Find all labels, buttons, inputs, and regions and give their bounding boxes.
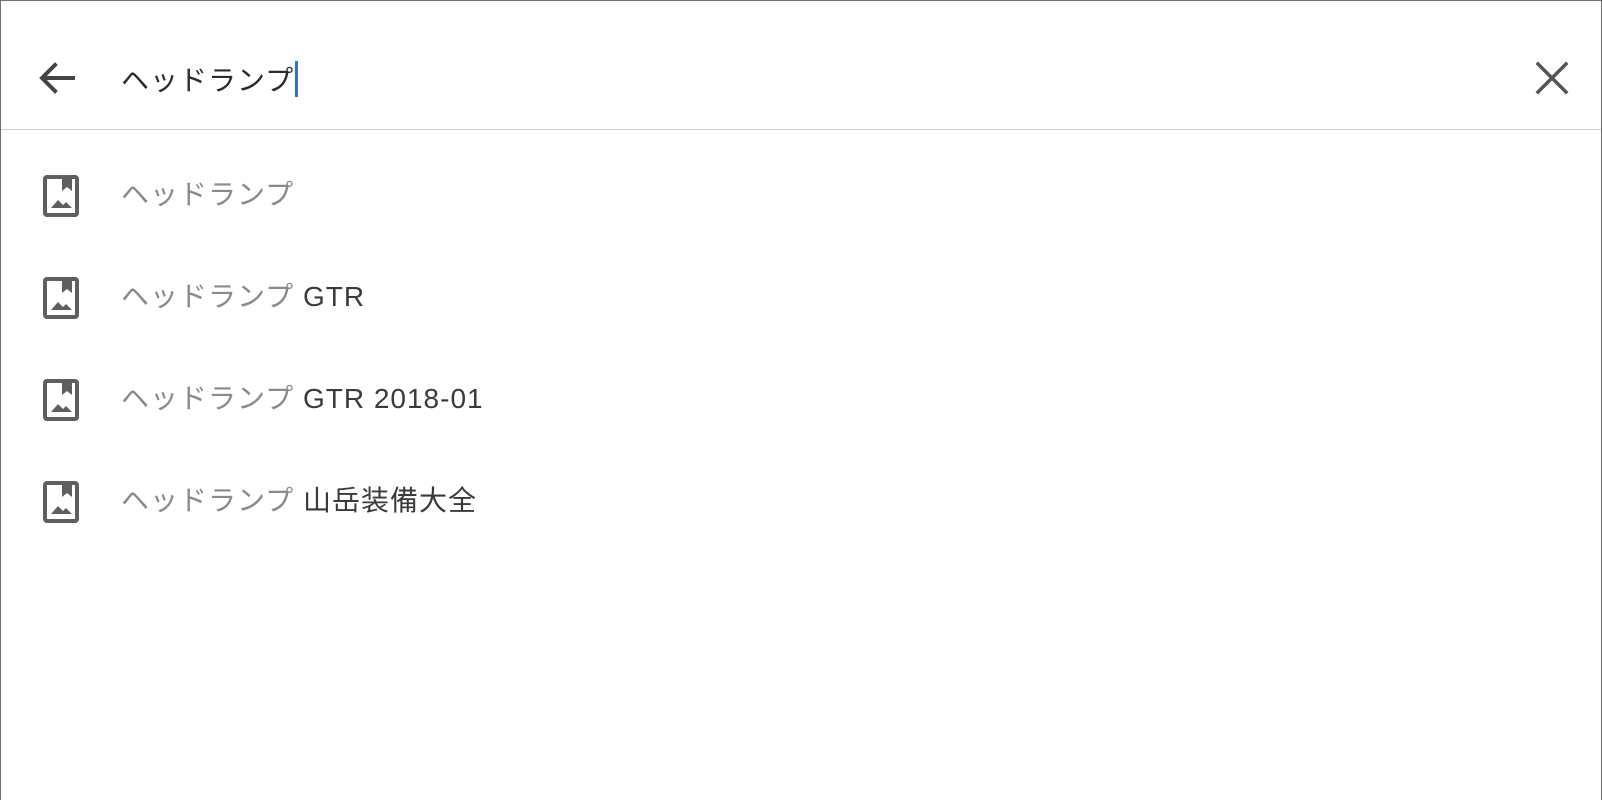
back-button[interactable] bbox=[35, 56, 79, 100]
suggestion-text: ヘッドランプ bbox=[121, 177, 294, 213]
suggestion-item[interactable]: ヘッドランプ GTR bbox=[1, 247, 1601, 349]
suggestion-suffix: 山岳装備大全 bbox=[294, 485, 477, 516]
suggestion-item[interactable]: ヘッドランプ 山岳装備大全 bbox=[1, 451, 1601, 553]
photo-bookmark-icon bbox=[43, 481, 79, 523]
close-icon bbox=[1535, 61, 1569, 95]
suggestion-text: ヘッドランプ 山岳装備大全 bbox=[121, 483, 477, 519]
suggestion-prefix: ヘッドランプ bbox=[121, 281, 295, 312]
suggestion-prefix: ヘッドランプ bbox=[121, 179, 295, 210]
search-bar: ヘッドランプ bbox=[1, 1, 1601, 130]
photo-bookmark-icon bbox=[43, 175, 79, 217]
clear-button[interactable] bbox=[1533, 59, 1571, 97]
search-input[interactable]: ヘッドランプ bbox=[121, 59, 299, 99]
arrow-left-icon bbox=[39, 62, 75, 94]
suggestion-prefix: ヘッドランプ bbox=[121, 383, 295, 414]
search-screen: ヘッドランプ ヘッドランプ ヘッドランプ GTR ヘッドランプ GTR 2018… bbox=[0, 0, 1602, 800]
text-caret bbox=[295, 61, 299, 97]
suggestion-list: ヘッドランプ ヘッドランプ GTR ヘッドランプ GTR 2018-01 ヘッド… bbox=[1, 145, 1601, 553]
suggestion-text: ヘッドランプ GTR bbox=[121, 279, 365, 315]
suggestion-suffix: GTR bbox=[294, 281, 366, 312]
suggestion-suffix: GTR 2018-01 bbox=[294, 383, 484, 414]
photo-bookmark-icon bbox=[43, 379, 79, 421]
suggestion-text: ヘッドランプ GTR 2018-01 bbox=[121, 381, 484, 417]
suggestion-item[interactable]: ヘッドランプ bbox=[1, 145, 1601, 247]
search-query-text: ヘッドランプ bbox=[121, 65, 295, 96]
suggestion-prefix: ヘッドランプ bbox=[121, 485, 295, 516]
suggestion-item[interactable]: ヘッドランプ GTR 2018-01 bbox=[1, 349, 1601, 451]
photo-bookmark-icon bbox=[43, 277, 79, 319]
